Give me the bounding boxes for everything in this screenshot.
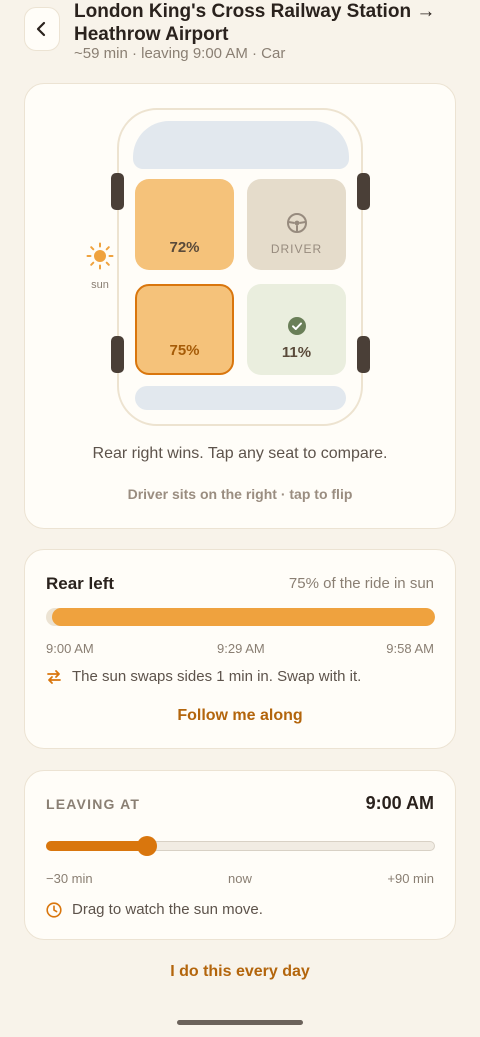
seat-rear-right[interactable]: 11% [247, 284, 346, 375]
daily-trip-button[interactable]: I do this every day [0, 963, 480, 981]
home-indicator[interactable] [177, 1020, 303, 1025]
wheel-rear-right [357, 336, 370, 373]
clock-icon [46, 901, 62, 918]
departure-time-card: LEAVING AT 9:00 AM −30 min now +90 min D… [24, 770, 456, 940]
swap-icon [47, 669, 61, 684]
slider-tick-now: now [228, 871, 252, 886]
wheel-front-right [357, 173, 370, 210]
back-button[interactable] [24, 7, 60, 51]
time-mid: 9:29 AM [217, 641, 265, 656]
check-circle-icon [287, 317, 306, 335]
sun-exposure-bar [46, 608, 435, 626]
sun-share-text: 75% of the ride in sun [288, 575, 434, 592]
departure-slider-fill [46, 841, 148, 851]
seat-detail-card: Rear left 75% of the ride in sun 9:00 AM… [24, 549, 456, 749]
trip-summary: ~59 min · leaving 9:00 AM · Car [74, 45, 286, 62]
windshield [133, 121, 349, 169]
wheel-rear-left [111, 336, 124, 373]
time-start: 9:00 AM [46, 641, 94, 656]
sun-exposure-fill [51, 608, 435, 626]
seat-verdict: Rear right wins. Tap any seat to compare… [92, 445, 388, 462]
seat-front-left[interactable]: 72% [135, 179, 234, 270]
wheel-front-left [111, 173, 124, 210]
seat-sun-percent: 75% [169, 342, 200, 359]
leaving-at-label: LEAVING AT [46, 796, 141, 812]
rear-window [135, 386, 346, 410]
leaving-time-value: 9:00 AM [365, 793, 434, 813]
sun-indicator: sun [83, 242, 117, 291]
follow-me-along-button[interactable]: Follow me along [25, 707, 455, 725]
page-title: London King's Cross Railway Station → He… [74, 1, 436, 45]
swap-text: The sun swaps sides 1 min in. Swap with … [72, 668, 362, 685]
sun-label: sun [91, 279, 109, 291]
drag-hint: Drag to watch the sun move. [46, 901, 263, 918]
flip-driver-side-link[interactable]: Driver sits on the right · tap to flip [25, 486, 455, 502]
swap-advice: The sun swaps sides 1 min in. Swap with … [46, 668, 361, 685]
slider-tick-max: +90 min [387, 871, 434, 886]
drag-hint-text: Drag to watch the sun move. [72, 901, 263, 918]
sun-icon [86, 242, 114, 270]
time-end: 9:58 AM [386, 641, 434, 656]
driver-label: DRIVER [270, 242, 323, 256]
selected-seat-name: Rear left [46, 574, 115, 593]
departure-slider-thumb[interactable] [137, 836, 158, 856]
car-seat-card: sun 72% DRIVER 75% 11% Rear right wins. … [24, 83, 456, 529]
seat-rear-left[interactable]: 75% [135, 284, 234, 375]
seat-sun-percent: 11% [281, 344, 312, 361]
trip-screen: London King's Cross Railway Station → He… [0, 0, 480, 1037]
slider-tick-min: −30 min [46, 871, 93, 886]
seat-sun-percent: 72% [169, 239, 200, 256]
back-icon [36, 21, 46, 37]
steering-wheel-icon [286, 213, 307, 233]
seat-driver[interactable]: DRIVER [247, 179, 346, 270]
